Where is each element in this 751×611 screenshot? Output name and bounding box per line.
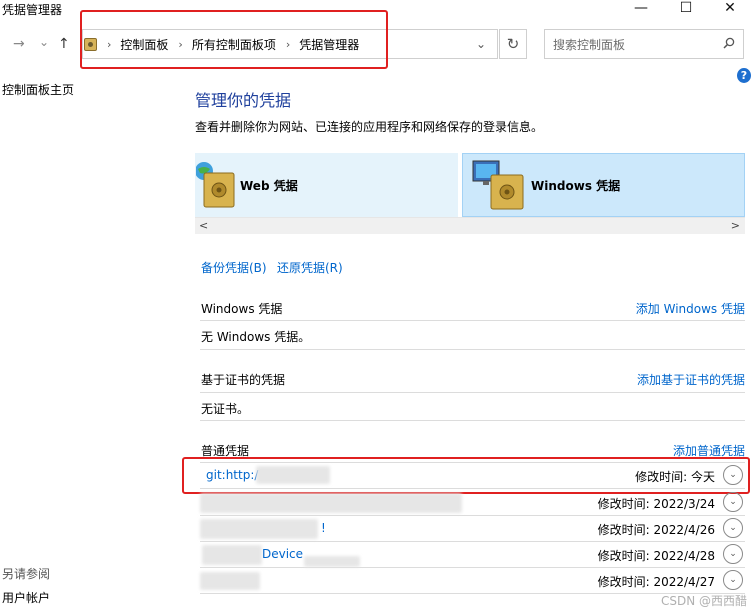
divider xyxy=(200,320,745,321)
page-title: 管理你的凭据 xyxy=(195,91,292,110)
credential-modified: 修改时间: 2022/4/27 xyxy=(597,575,715,589)
windows-credentials-heading: Windows 凭据 xyxy=(201,302,283,316)
scroll-left-icon[interactable]: < xyxy=(199,219,208,232)
expand-chevron-icon[interactable]: ⌄ xyxy=(723,544,743,564)
web-vault-icon xyxy=(196,162,235,208)
add-cert-credential-link[interactable]: 添加基于证书的凭据 xyxy=(637,371,745,388)
backup-credentials-link[interactable]: 备份凭据(B) xyxy=(201,259,267,276)
maximize-button[interactable]: ☐ xyxy=(664,0,708,16)
minimize-button[interactable]: — xyxy=(619,0,663,16)
window-title: 凭据管理器 xyxy=(2,3,63,17)
windows-credentials-empty: 无 Windows 凭据。 xyxy=(201,330,311,344)
scroll-right-icon[interactable]: > xyxy=(731,219,740,232)
redacted-text xyxy=(200,572,260,590)
generic-credential-row[interactable]: ! 修改时间: 2022/4/26 ⌄ xyxy=(200,516,745,542)
generic-credential-row[interactable]: Device 修改时间: 2022/4/28 ⌄ xyxy=(200,542,745,568)
refresh-button[interactable]: ↻ xyxy=(499,29,527,59)
windows-credentials-label: Windows 凭据 xyxy=(531,178,621,193)
divider xyxy=(200,420,745,421)
tiles-scrollbar[interactable]: < > xyxy=(195,217,745,234)
sidebar-user-accounts[interactable]: 用户帐户 xyxy=(2,589,50,606)
watermark: CSDN @西西醋 xyxy=(660,594,747,608)
credential-modified: 修改时间: 2022/4/28 xyxy=(597,549,715,563)
credential-name: Device xyxy=(262,547,304,561)
sidebar-control-panel-home[interactable]: 控制面板主页 xyxy=(2,81,74,98)
search-icon[interactable] xyxy=(723,37,735,49)
generic-credential-row[interactable]: 修改时间: 2022/4/27 ⌄ xyxy=(200,568,745,594)
back-arrow-icon[interactable]: → xyxy=(13,36,25,52)
redacted-text xyxy=(200,493,462,513)
address-dropdown-icon[interactable]: ⌄ xyxy=(466,30,496,58)
search-input[interactable]: 搜索控制面板 xyxy=(544,29,744,59)
redacted-text xyxy=(200,519,318,539)
close-button[interactable]: ✕ xyxy=(708,0,751,16)
redacted-text xyxy=(202,545,262,565)
credential-modified: 修改时间: 2022/3/24 xyxy=(597,497,715,511)
web-credentials-label: Web 凭据 xyxy=(240,178,298,193)
redacted-text xyxy=(304,556,360,567)
cert-credentials-empty: 无证书。 xyxy=(201,402,250,416)
page-description: 查看并删除你为网站、已连接的应用程序和网络保存的登录信息。 xyxy=(195,120,544,134)
highlight-box-row xyxy=(182,457,750,494)
credential-type-tiles: Web 凭据 Windows 凭据 xyxy=(195,153,745,217)
recent-locations-icon[interactable]: ⌄ xyxy=(39,35,49,49)
generic-credential-row[interactable]: 修改时间: 2022/3/24 ⌄ xyxy=(200,490,745,516)
web-credentials-tile[interactable]: Web 凭据 xyxy=(195,153,458,217)
highlight-box-address xyxy=(80,10,388,69)
windows-vault-icon xyxy=(472,160,524,210)
add-windows-credential-link[interactable]: 添加 Windows 凭据 xyxy=(636,300,745,317)
expand-chevron-icon[interactable]: ⌄ xyxy=(723,518,743,538)
credential-modified: 修改时间: 2022/4/26 xyxy=(597,523,715,537)
see-also-heading: 另请参阅 xyxy=(2,567,51,581)
restore-credentials-link[interactable]: 还原凭据(R) xyxy=(277,259,343,276)
divider xyxy=(200,349,745,350)
cert-credentials-heading: 基于证书的凭据 xyxy=(201,373,286,387)
up-arrow-icon[interactable]: ↑ xyxy=(58,36,70,52)
help-icon[interactable]: ? xyxy=(737,68,751,83)
divider xyxy=(200,392,745,393)
windows-credentials-tile[interactable]: Windows 凭据 xyxy=(462,153,745,217)
expand-chevron-icon[interactable]: ⌄ xyxy=(723,492,743,512)
credential-name: ! xyxy=(321,521,326,535)
expand-chevron-icon[interactable]: ⌄ xyxy=(723,570,743,590)
